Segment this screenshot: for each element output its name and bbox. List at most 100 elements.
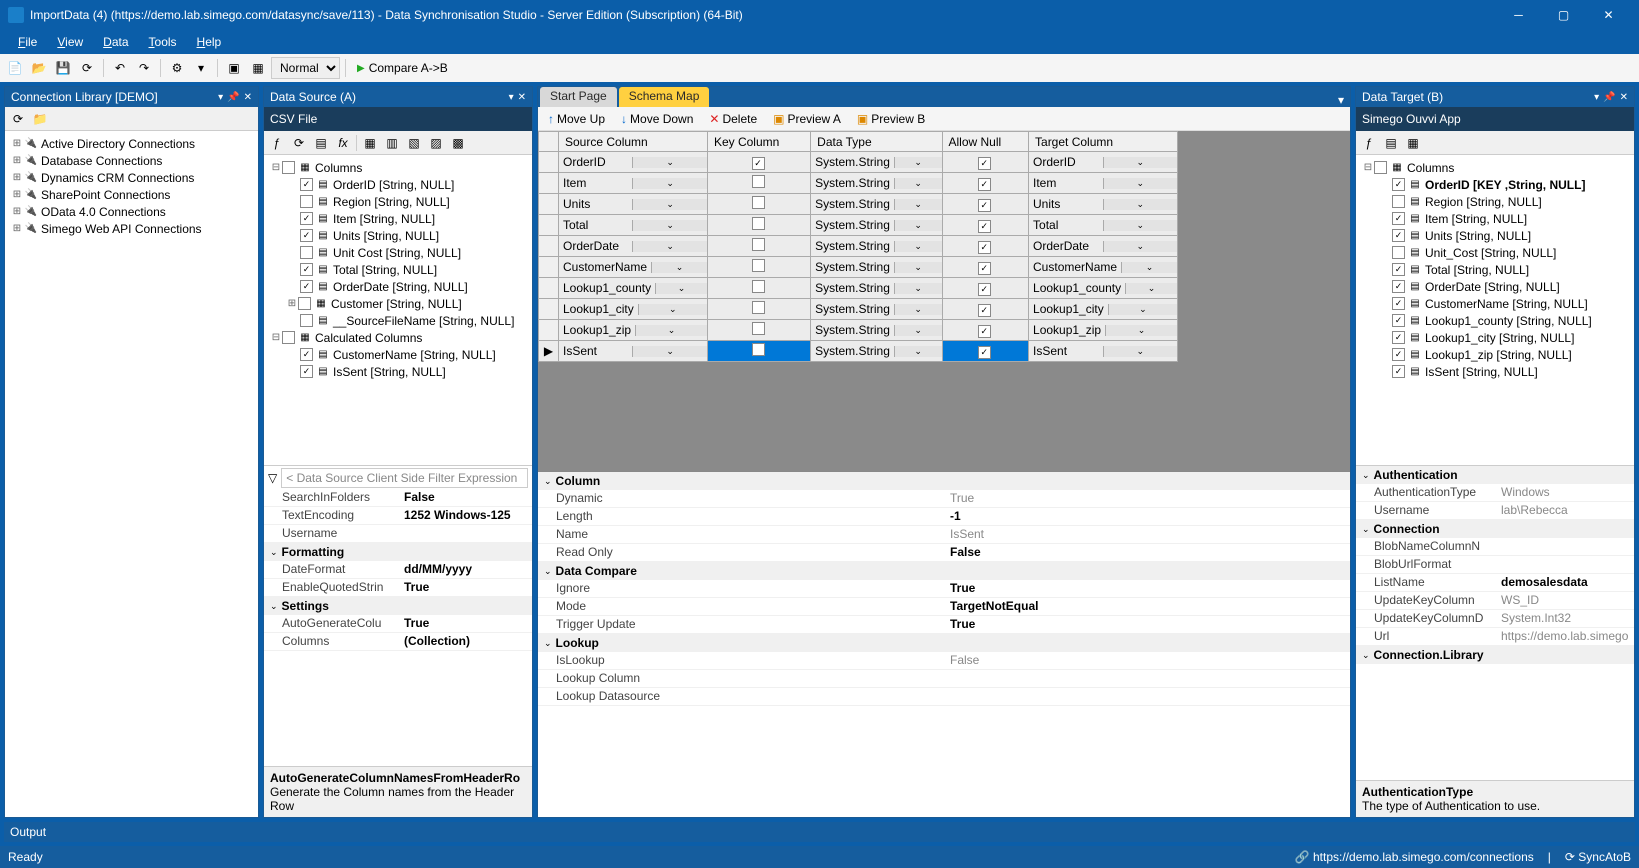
mode-select[interactable]: Normal	[271, 57, 340, 79]
prop-group[interactable]: ⌄Formatting	[264, 543, 532, 561]
tool-b-icon[interactable]: ▦	[247, 57, 269, 79]
menu-tools[interactable]: Tools	[139, 33, 187, 51]
redo-icon[interactable]: ↷	[133, 57, 155, 79]
column-item[interactable]: ▤Unit Cost [String, NULL]	[266, 244, 530, 261]
grid-header[interactable]: Source Column	[559, 132, 708, 152]
column-item[interactable]: ▤Region [String, NULL]	[266, 193, 530, 210]
dropdown-icon[interactable]: ⌄	[894, 283, 942, 294]
filter-icon[interactable]: ▽	[268, 471, 277, 485]
null-checkbox[interactable]	[978, 220, 991, 233]
prop-row[interactable]: BlobNameColumnN	[1356, 538, 1634, 556]
pin-icon[interactable]: ▾	[1594, 92, 1599, 103]
filter-input[interactable]	[281, 468, 528, 488]
prop-row[interactable]: AutoGenerateColuTrue	[264, 615, 532, 633]
key-checkbox[interactable]	[752, 259, 765, 272]
key-checkbox[interactable]	[752, 196, 765, 209]
dropdown-icon[interactable]: ⌄	[1103, 178, 1178, 189]
customer-node[interactable]: ⊞▦Customer [String, NULL]	[266, 295, 530, 312]
prop-row[interactable]: Lookup Column	[538, 670, 1350, 688]
t3-icon[interactable]: ▦	[1404, 134, 1422, 152]
null-checkbox[interactable]	[978, 178, 991, 191]
key-checkbox[interactable]	[752, 301, 765, 314]
schema-row[interactable]: Lookup1_city⌄ System.String⌄ Lookup1_cit…	[539, 299, 1178, 320]
schema-row[interactable]: OrderID⌄ System.String⌄ OrderID⌄	[539, 152, 1178, 173]
tab-dropdown-icon[interactable]: ▾	[1332, 93, 1350, 107]
key-checkbox[interactable]	[752, 322, 765, 335]
tab-schema-map[interactable]: Schema Map	[619, 87, 710, 107]
tool-a-icon[interactable]: ▣	[223, 57, 245, 79]
prop-group[interactable]: ⌄Settings	[264, 597, 532, 615]
close-button[interactable]: ✕	[1586, 0, 1631, 30]
dropdown-icon[interactable]: ⌄	[1103, 220, 1178, 231]
folder-icon[interactable]: 📁	[31, 110, 49, 128]
columns-node[interactable]: ⊟▦Columns	[266, 159, 530, 176]
connection-item[interactable]: ⊞🔌Dynamics CRM Connections	[7, 169, 256, 186]
dropdown-icon[interactable]: ⌄	[894, 304, 942, 315]
t1-icon[interactable]: ▦	[361, 134, 379, 152]
schema-row[interactable]: Lookup1_zip⌄ System.String⌄ Lookup1_zip⌄	[539, 320, 1178, 341]
prop-row[interactable]: Lookup Datasource	[538, 688, 1350, 706]
dropdown-icon[interactable]: ⌄	[635, 325, 707, 336]
prop-row[interactable]: Trigger UpdateTrue	[538, 616, 1350, 634]
null-checkbox[interactable]	[978, 346, 991, 359]
key-checkbox[interactable]	[752, 343, 765, 356]
t3-icon[interactable]: ▧	[405, 134, 423, 152]
delete-button[interactable]: ✕Delete	[705, 110, 761, 128]
prop-group[interactable]: ⌄Data Compare	[538, 562, 1350, 580]
tab-start-page[interactable]: Start Page	[540, 87, 617, 107]
dropdown-icon[interactable]: ⌄	[638, 304, 707, 315]
t2-icon[interactable]: ▥	[383, 134, 401, 152]
column-item[interactable]: ▤Item [String, NULL]	[266, 210, 530, 227]
key-checkbox[interactable]	[752, 157, 765, 170]
connection-item[interactable]: ⊞🔌SharePoint Connections	[7, 186, 256, 203]
connection-item[interactable]: ⊞🔌Simego Web API Connections	[7, 220, 256, 237]
prop-row[interactable]: BlobUrlFormat	[1356, 556, 1634, 574]
dropdown-icon[interactable]: ⌄	[632, 220, 706, 231]
new-icon[interactable]: 📄	[4, 57, 26, 79]
column-item[interactable]: ▤OrderID [KEY ,String, NULL]	[1358, 176, 1632, 193]
t1-icon[interactable]: ƒ	[1360, 134, 1378, 152]
fx2-icon[interactable]: ⟳	[290, 134, 308, 152]
column-item[interactable]: ▤Total [String, NULL]	[266, 261, 530, 278]
column-item[interactable]: ▤Lookup1_county [String, NULL]	[1358, 312, 1632, 329]
dropdown-icon[interactable]: ⌄	[1105, 325, 1177, 336]
dropdown-icon[interactable]: ⌄	[1103, 199, 1178, 210]
move-up-button[interactable]: ↑Move Up	[544, 110, 609, 128]
column-item[interactable]: ▤Lookup1_zip [String, NULL]	[1358, 346, 1632, 363]
dropdown-icon[interactable]: ⌄	[1108, 304, 1177, 315]
column-item[interactable]: ▤Units [String, NULL]	[1358, 227, 1632, 244]
schema-row[interactable]: Units⌄ System.String⌄ Units⌄	[539, 194, 1178, 215]
t2-icon[interactable]: ▤	[1382, 134, 1400, 152]
dropdown-icon[interactable]: ⌄	[632, 157, 706, 168]
move-down-button[interactable]: ↓Move Down	[617, 110, 697, 128]
dropdown-icon[interactable]: ⌄	[1103, 157, 1178, 168]
column-item[interactable]: ▤Lookup1_city [String, NULL]	[1358, 329, 1632, 346]
column-item[interactable]: ▤Total [String, NULL]	[1358, 261, 1632, 278]
key-checkbox[interactable]	[752, 280, 765, 293]
connection-item[interactable]: ⊞🔌Active Directory Connections	[7, 135, 256, 152]
dropdown-icon[interactable]: ⌄	[894, 241, 942, 252]
prop-row[interactable]: ListNamedemosalesdata	[1356, 574, 1634, 592]
dropdown-icon[interactable]: ⌄	[632, 241, 706, 252]
fx-icon[interactable]: ƒ	[268, 134, 286, 152]
calc-column-item[interactable]: ▤IsSent [String, NULL]	[266, 363, 530, 380]
dropdown-icon[interactable]: ⌄	[655, 283, 707, 294]
prop-row[interactable]: ModeTargetNotEqual	[538, 598, 1350, 616]
gear-icon[interactable]: ⚙	[166, 57, 188, 79]
null-checkbox[interactable]	[978, 283, 991, 296]
null-checkbox[interactable]	[978, 157, 991, 170]
prop-row[interactable]: DateFormatdd/MM/yyyy	[264, 561, 532, 579]
preview-a-button[interactable]: ▣Preview A	[769, 110, 845, 128]
column-item[interactable]: ▤Region [String, NULL]	[1358, 193, 1632, 210]
sync-icon[interactable]: ⟳	[76, 57, 98, 79]
menu-data[interactable]: Data	[93, 33, 138, 51]
prop-group[interactable]: ⌄Column	[538, 472, 1350, 490]
menu-view[interactable]: View	[47, 33, 93, 51]
connection-item[interactable]: ⊞🔌OData 4.0 Connections	[7, 203, 256, 220]
dropdown-icon[interactable]: ▾	[190, 57, 212, 79]
pin2-icon[interactable]: 📌	[1603, 92, 1615, 103]
save-icon[interactable]: 💾	[52, 57, 74, 79]
key-checkbox[interactable]	[752, 175, 765, 188]
schema-row[interactable]: ▶ IsSent⌄ System.String⌄ IsSent⌄	[539, 341, 1178, 362]
null-checkbox[interactable]	[978, 241, 991, 254]
